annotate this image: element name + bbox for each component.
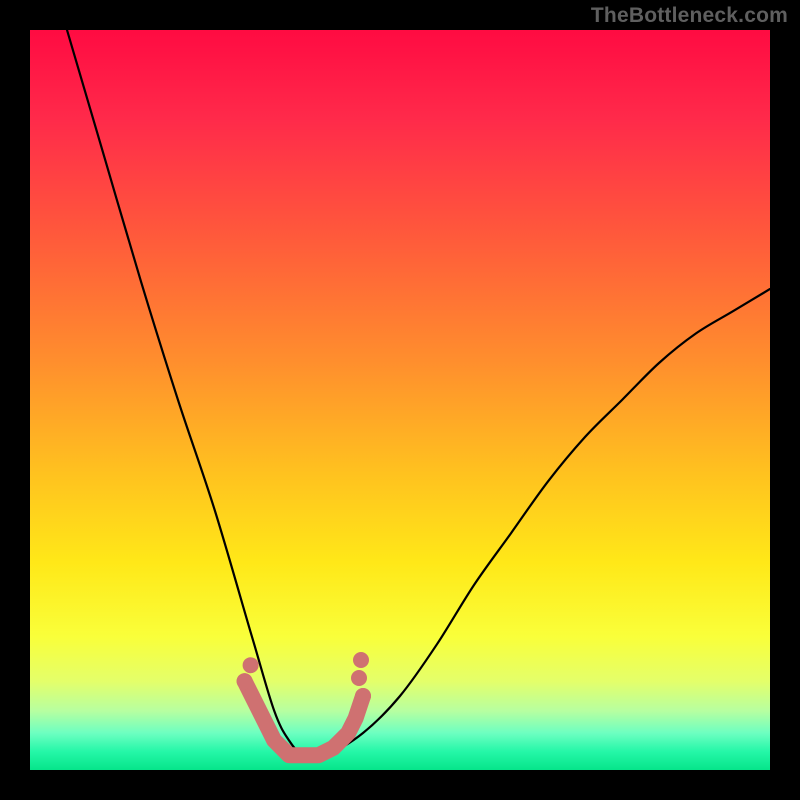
valley-marker-dot [243, 657, 259, 673]
valley-marker-dot [351, 670, 367, 686]
bottleneck-curve [67, 30, 770, 758]
valley-marker-dot [237, 673, 253, 689]
watermark-text: TheBottleneck.com [591, 4, 788, 28]
plot-area [30, 30, 770, 770]
chart-svg [30, 30, 770, 770]
chart-frame: TheBottleneck.com [0, 0, 800, 800]
valley-marker-dot [355, 688, 371, 704]
valley-marker-dot [353, 652, 369, 668]
valley-sausage [245, 681, 363, 755]
valley-markers-group [237, 652, 371, 755]
